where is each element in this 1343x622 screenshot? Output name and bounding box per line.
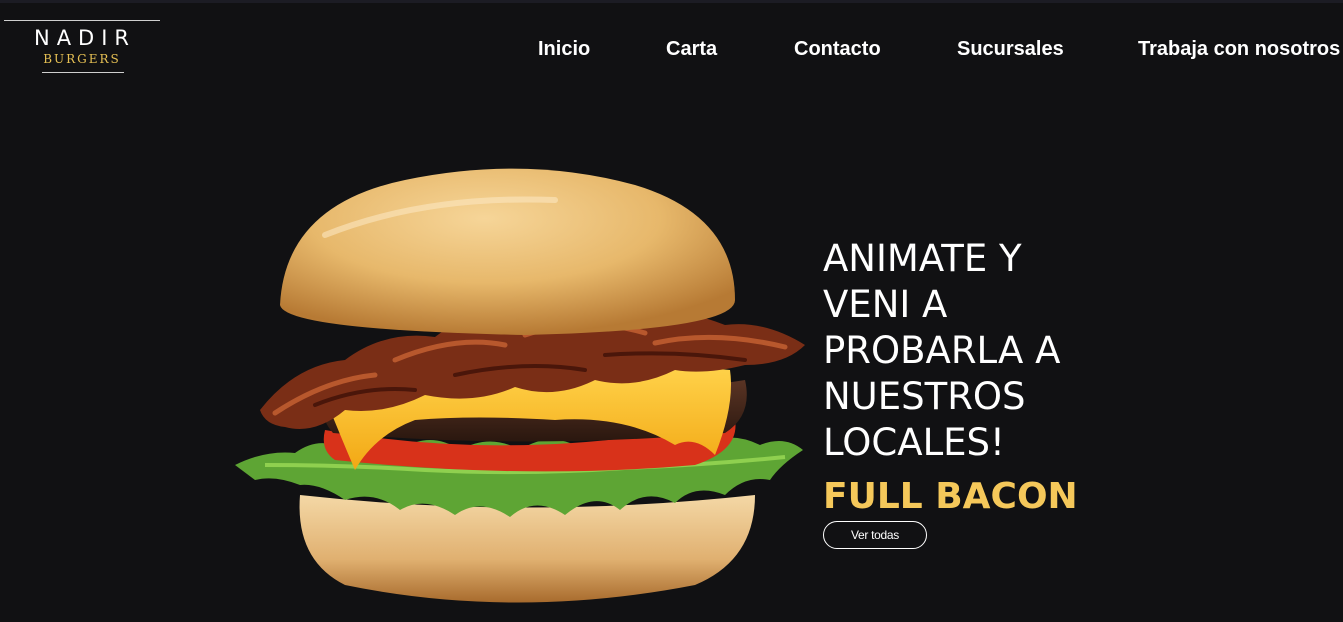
main-nav: Inicio Carta Contacto Sucursales Trabaja… [0, 38, 1343, 66]
bottom-bun [299, 495, 755, 603]
headline-line: ANIMATE Y [823, 237, 1022, 280]
hero-headline: ANIMATE Y VENI A PROBARLA A NUESTROS LOC… [823, 236, 1123, 466]
nav-item-carta[interactable]: Carta [666, 38, 717, 61]
logo-bottom-rule [42, 72, 124, 73]
headline-line: VENI A [823, 283, 948, 326]
top-bun [280, 168, 735, 335]
ver-todas-button[interactable]: Ver todas [823, 521, 927, 549]
logo-top-rule [4, 20, 160, 21]
product-name: FULL BACON [823, 476, 1078, 517]
nav-item-sucursales[interactable]: Sucursales [957, 38, 1064, 61]
burger-image [235, 168, 805, 603]
nav-item-inicio[interactable]: Inicio [538, 38, 590, 61]
headline-line: LOCALES! [823, 421, 1005, 464]
headline-line: NUESTROS [823, 375, 1026, 418]
nav-item-contacto[interactable]: Contacto [794, 38, 881, 61]
headline-line: PROBARLA A [823, 329, 1061, 372]
top-border [0, 0, 1343, 3]
nav-item-trabaja[interactable]: Trabaja con nosotros [1138, 38, 1340, 61]
